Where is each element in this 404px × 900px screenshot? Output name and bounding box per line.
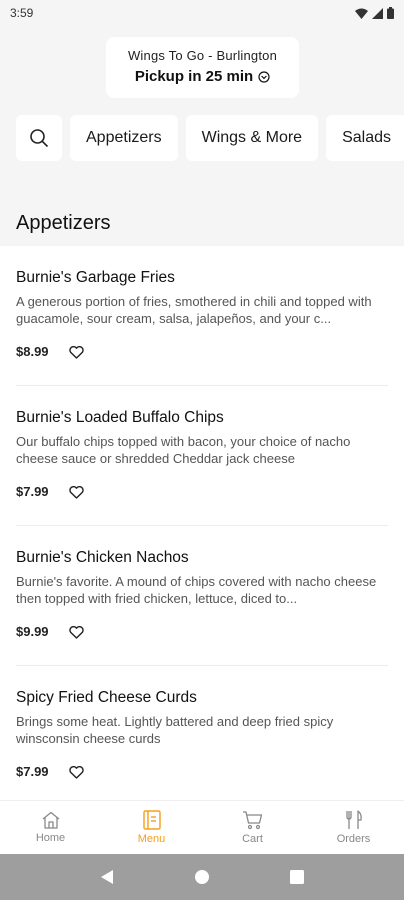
store-name: Wings To Go - Burlington: [127, 48, 278, 63]
pickup-time: Pickup in 25 min: [106, 68, 299, 85]
category-chip-salads[interactable]: Salads: [326, 115, 404, 161]
pickup-time-label: Pickup in 25 min: [134, 68, 254, 85]
category-chip-appetizers[interactable]: Appetizers: [70, 115, 178, 161]
item-name: Burnie's Loaded Buffalo Chips: [16, 409, 224, 426]
item-name: Burnie's Chicken Nachos: [16, 549, 189, 566]
menu-icon: [142, 810, 161, 830]
heart-icon: [68, 345, 84, 359]
item-description: A generous portion of fries, smothered i…: [16, 294, 372, 326]
heart-icon: [68, 485, 84, 499]
nav-orders-label: Orders: [336, 833, 371, 845]
category-bar: Appetizers Wings & More Salads: [16, 115, 404, 161]
cart-icon: [242, 811, 262, 830]
nav-home[interactable]: Home: [0, 801, 101, 854]
favorite-button[interactable]: [67, 763, 85, 781]
menu-item[interactable]: Burnie's Loaded Buffalo Chips Our buffal…: [0, 386, 404, 526]
battery-icon: [387, 7, 394, 19]
store-pickup-card[interactable]: Wings To Go - Burlington Pickup in 25 mi…: [106, 37, 299, 98]
menu-item[interactable]: Burnie's Chicken Nachos Burnie's favorit…: [0, 526, 404, 666]
search-button[interactable]: [16, 115, 62, 161]
item-name: Spicy Fried Cheese Curds: [16, 689, 197, 706]
signal-icon: [372, 7, 383, 19]
item-price: $8.99: [16, 344, 49, 359]
system-nav-bar: [0, 854, 404, 900]
orders-icon: [345, 810, 362, 829]
favorite-button[interactable]: [67, 623, 85, 641]
status-bar: 3:59: [0, 0, 404, 26]
search-icon: [30, 129, 49, 148]
item-description: Burnie's favorite. A mound of chips cove…: [16, 574, 377, 606]
heart-icon: [68, 625, 84, 639]
home-icon: [42, 811, 59, 829]
item-name: Burnie's Garbage Fries: [16, 269, 175, 286]
menu-item[interactable]: Spicy Fried Cheese Curds Brings some hea…: [0, 666, 404, 800]
favorite-button[interactable]: [67, 343, 85, 361]
nav-menu-label: Menu: [137, 833, 166, 845]
home-circle-icon[interactable]: [194, 869, 210, 885]
category-chip-wings-more[interactable]: Wings & More: [185, 115, 319, 161]
item-price: $9.99: [16, 624, 49, 639]
heart-icon: [68, 765, 84, 779]
nav-orders[interactable]: Orders: [303, 801, 404, 854]
nav-cart[interactable]: Cart: [202, 801, 303, 854]
wifi-icon: [355, 8, 368, 19]
recents-icon[interactable]: [290, 870, 304, 884]
status-icons: [355, 7, 394, 19]
item-description: Our buffalo chips topped with bacon, you…: [16, 434, 351, 466]
item-price: $7.99: [16, 484, 49, 499]
bottom-nav: Home Menu Cart Orders: [0, 800, 404, 854]
menu-item[interactable]: Burnie's Garbage Fries A generous portio…: [0, 246, 404, 386]
nav-home-label: Home: [35, 832, 66, 844]
favorite-button[interactable]: [67, 483, 85, 501]
item-price: $7.99: [16, 764, 49, 779]
menu-list: Burnie's Garbage Fries A generous portio…: [0, 246, 404, 800]
back-icon[interactable]: [100, 869, 114, 885]
nav-menu[interactable]: Menu: [101, 801, 202, 854]
chevron-down-circle-icon: [258, 70, 270, 83]
item-description: Brings some heat. Lightly battered and d…: [16, 714, 334, 746]
nav-cart-label: Cart: [242, 833, 263, 845]
status-time: 3:59: [10, 6, 34, 20]
section-title: Appetizers: [16, 212, 111, 234]
